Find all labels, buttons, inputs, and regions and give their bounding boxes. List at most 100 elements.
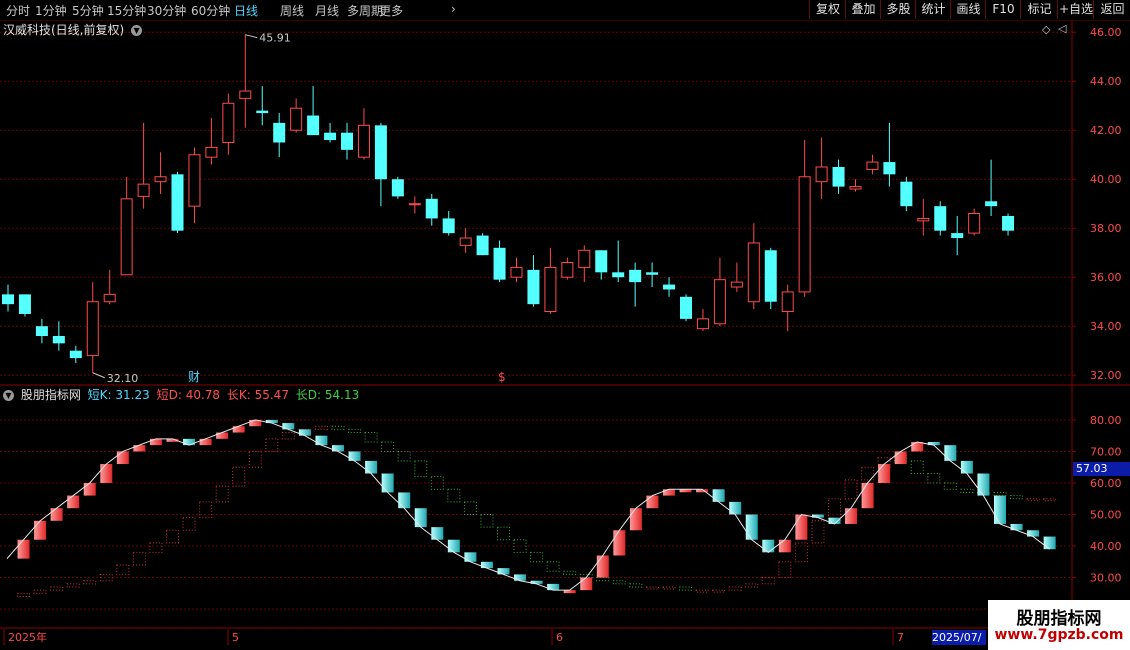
candle-body bbox=[849, 186, 862, 190]
short-k-bar bbox=[547, 583, 560, 591]
short-k-bar bbox=[861, 482, 874, 509]
arrow-left-icon[interactable]: ◁ bbox=[1058, 22, 1066, 35]
candle-body bbox=[866, 161, 879, 170]
long-k-bar bbox=[497, 526, 510, 541]
candle-body bbox=[324, 132, 337, 141]
grid-lines bbox=[0, 31, 1072, 610]
short-k-line bbox=[6, 419, 1050, 591]
low-marker-label: 32.10 bbox=[107, 372, 139, 385]
short-k-bar bbox=[282, 423, 295, 430]
candle-body bbox=[713, 279, 726, 325]
long-k-bar bbox=[447, 488, 461, 503]
candle-body bbox=[205, 146, 218, 158]
short-k-bar bbox=[613, 530, 626, 556]
short-k-bar bbox=[183, 438, 196, 446]
short-k-bar bbox=[315, 435, 328, 446]
chart-area[interactable]: 45.91 32.10 财 $ 46.00 44.00 42.00 40.00 38.00 36… bbox=[0, 0, 1130, 650]
long-k-bar bbox=[645, 586, 659, 590]
short-k-bar bbox=[663, 489, 675, 496]
chevron-down-icon[interactable]: ▼ bbox=[131, 25, 143, 36]
long-k-bar bbox=[381, 441, 395, 452]
candle-body bbox=[883, 162, 896, 175]
long-k-bar bbox=[993, 491, 1007, 497]
long-k-bar bbox=[463, 501, 477, 515]
short-k-bar bbox=[845, 508, 858, 524]
indicator-tick-label: 80.00 bbox=[1090, 414, 1122, 427]
chevron-down-icon[interactable]: ▼ bbox=[3, 390, 14, 401]
long-k-bar bbox=[612, 580, 626, 585]
indicator-header: ▼ 股朋指标网 短K: 31.23 短D: 40.78 长K: 55.47 长D… bbox=[3, 386, 359, 403]
candle-body bbox=[798, 176, 811, 293]
date-label: 6 bbox=[556, 631, 563, 644]
candle-body bbox=[493, 247, 506, 280]
long-k-bar bbox=[629, 583, 643, 588]
cursor-date-badge: 2025/07/ bbox=[932, 630, 986, 645]
candle-body bbox=[561, 262, 574, 278]
watermark-url: www.7gpzb.com bbox=[994, 627, 1124, 643]
candle-body bbox=[815, 166, 828, 183]
short-k-bar bbox=[67, 495, 80, 509]
long-k-bar bbox=[1043, 498, 1057, 502]
candle-body bbox=[544, 266, 557, 313]
long-k-bar bbox=[99, 573, 113, 582]
short-k-bar bbox=[795, 514, 808, 540]
price-markers: 45.91 32.10 财 $ bbox=[92, 32, 506, 385]
short-k-bar bbox=[381, 473, 394, 493]
candle-body bbox=[103, 293, 116, 303]
candle-body bbox=[951, 233, 964, 239]
price-tick-label: 36.00 bbox=[1090, 271, 1122, 284]
candle-body bbox=[696, 318, 709, 330]
long-d-label: 长D: 54.13 bbox=[295, 388, 360, 402]
long-k-bar bbox=[546, 561, 560, 572]
long-k-bar bbox=[811, 520, 825, 544]
long-k-bar bbox=[778, 561, 792, 579]
short-k-bar bbox=[348, 451, 361, 461]
candle-body bbox=[646, 272, 659, 275]
price-tick-label: 44.00 bbox=[1090, 75, 1122, 88]
short-k-bar bbox=[629, 508, 642, 531]
candle-body bbox=[680, 296, 692, 319]
candle-body bbox=[612, 272, 625, 278]
watermark-title: 股朋指标网 bbox=[1016, 609, 1102, 629]
candle-body bbox=[781, 291, 794, 313]
short-k-bar bbox=[960, 460, 973, 474]
short-k-bar bbox=[878, 464, 891, 483]
long-k-bar bbox=[17, 592, 31, 597]
long-k-bar bbox=[149, 542, 163, 553]
long-k-bar bbox=[728, 586, 742, 591]
short-k-bar bbox=[1027, 530, 1040, 537]
candle-body bbox=[154, 176, 167, 183]
short-k-bar bbox=[596, 555, 609, 578]
long-k-bar bbox=[314, 425, 328, 430]
long-k-bar bbox=[943, 482, 957, 490]
candle-body bbox=[222, 102, 235, 143]
short-k-bar bbox=[100, 464, 113, 483]
candle-body bbox=[629, 269, 642, 283]
short-k-bar bbox=[50, 508, 63, 521]
candle-body bbox=[86, 301, 99, 357]
short-k-bar bbox=[116, 451, 129, 465]
short-k-bar bbox=[1010, 523, 1023, 531]
short-k-bar bbox=[17, 539, 30, 559]
short-k-bar bbox=[34, 520, 47, 540]
price-tick-label: 38.00 bbox=[1090, 222, 1122, 235]
candle-body bbox=[52, 336, 65, 344]
candle-body bbox=[476, 235, 489, 256]
candle-body bbox=[256, 110, 269, 114]
long-k-bar bbox=[331, 425, 345, 430]
long-k-bar bbox=[397, 450, 411, 462]
indicator-tick-label: 50.00 bbox=[1090, 509, 1122, 522]
long-k-bar bbox=[265, 438, 279, 452]
short-k-bar bbox=[580, 577, 593, 591]
short-k-bar bbox=[199, 438, 212, 446]
long-k-bar bbox=[745, 583, 759, 588]
diamond-icon[interactable]: ◇ bbox=[1042, 23, 1050, 36]
price-tick-label: 40.00 bbox=[1090, 173, 1122, 186]
long-k-bar bbox=[695, 589, 709, 593]
candle-body bbox=[985, 201, 998, 207]
candle-body bbox=[171, 174, 184, 231]
long-k-bar bbox=[199, 501, 213, 519]
candle-body bbox=[120, 198, 133, 276]
long-k-bar bbox=[563, 570, 577, 575]
short-k-bar bbox=[83, 482, 96, 496]
